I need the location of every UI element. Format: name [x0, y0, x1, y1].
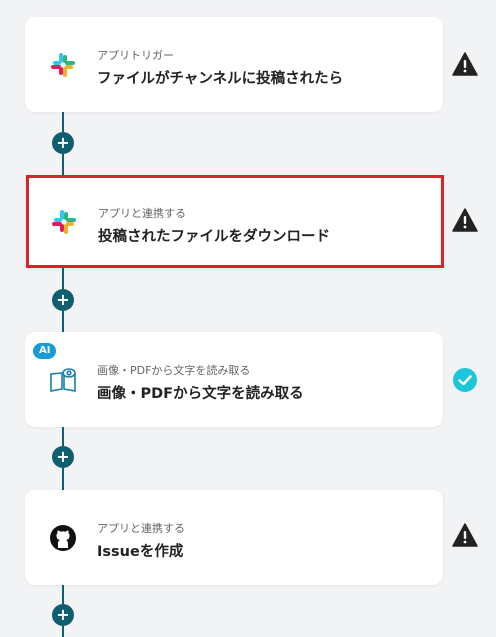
ai-badge: AI	[33, 343, 57, 359]
step-title: Issueを作成	[97, 544, 184, 560]
step-card-create-issue[interactable]: アプリと連携する Issueを作成	[25, 490, 443, 585]
warning-icon	[452, 522, 478, 548]
step-title: 投稿されたファイルをダウンロード	[98, 229, 330, 245]
step-subtitle: アプリと連携する	[98, 207, 186, 220]
slack-icon	[47, 49, 79, 81]
step-card-ocr[interactable]: 画像・PDFから文字を読み取る 画像・PDFから文字を読み取る	[25, 332, 443, 427]
warning-icon	[452, 207, 478, 233]
add-step-button[interactable]: +	[52, 604, 74, 626]
check-icon	[452, 367, 478, 393]
workflow-canvas: + + + + アプリトリガー ファイルがチャンネルに投稿されたら アプリと連携…	[0, 0, 496, 637]
step-card-trigger[interactable]: アプリトリガー ファイルがチャンネルに投稿されたら	[25, 17, 443, 112]
step-subtitle: アプリと連携する	[97, 522, 185, 535]
ocr-book-icon	[47, 364, 79, 396]
warning-icon	[452, 51, 478, 77]
step-title: 画像・PDFから文字を読み取る	[97, 386, 304, 402]
step-subtitle: 画像・PDFから文字を読み取る	[97, 364, 251, 377]
github-icon	[47, 522, 79, 554]
step-title: ファイルがチャンネルに投稿されたら	[97, 71, 344, 87]
add-step-button[interactable]: +	[52, 446, 74, 468]
step-card-download-file[interactable]: アプリと連携する 投稿されたファイルをダウンロード	[26, 175, 444, 268]
slack-icon	[48, 206, 80, 238]
add-step-button[interactable]: +	[52, 289, 74, 311]
step-subtitle: アプリトリガー	[97, 49, 174, 62]
add-step-button[interactable]: +	[52, 132, 74, 154]
